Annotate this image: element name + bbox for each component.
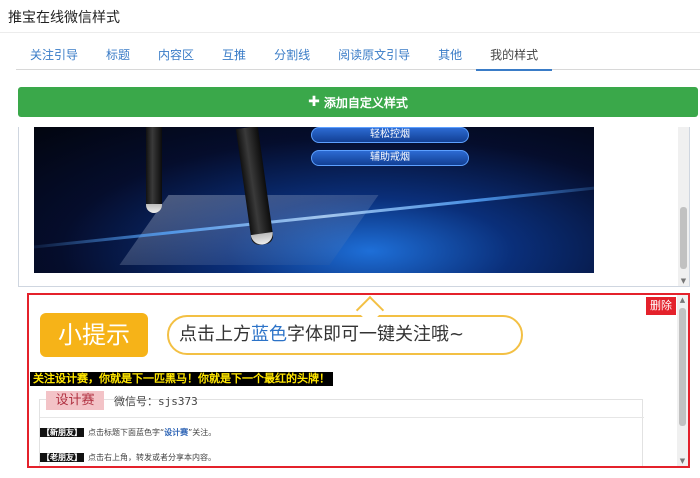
top-pane-scroll-thumb[interactable]: [680, 207, 687, 269]
delete-button[interactable]: 删除: [646, 297, 676, 315]
banner-pill-1: 轻松控烟: [311, 127, 469, 143]
note-new-friends-link[interactable]: 设计赛: [164, 428, 188, 437]
hint-speech-bubble: 点击上方蓝色字体即可一键关注哦~: [167, 295, 523, 355]
plus-icon: ✚: [308, 94, 320, 110]
follow-slogan: 关注设计赛，你就是下一匹黑马！你就是下一个最红的头牌！: [30, 372, 333, 386]
scroll-up-arrow-icon[interactable]: ▲: [677, 295, 688, 305]
tab-follow-guide[interactable]: 关注引导: [16, 38, 92, 70]
header-divider: [0, 32, 700, 33]
wechat-id-value: sjs373: [158, 395, 198, 408]
scroll-down-arrow-icon[interactable]: ▼: [677, 456, 688, 466]
saved-style-item[interactable]: 轻松控烟 辅助戒烟 ▼: [18, 127, 690, 287]
tab-other[interactable]: 其他: [424, 38, 476, 70]
account-name-tag: 设计赛: [46, 391, 104, 410]
app-title: 推宝在线微信样式: [8, 10, 120, 26]
note-new-friends-post: ”关注。: [188, 428, 217, 437]
banner-pen-left: [146, 127, 162, 213]
note-old-friends: 【老朋友】 点击右上角，转发或者分享本内容。: [40, 452, 216, 463]
note-new-friends-pre: 点击标题下面蓝色字“: [88, 428, 165, 437]
app-root: 推宝在线微信样式 关注引导 标题 内容区 互推 分割线 阅读原文引导 其他 我的…: [0, 0, 700, 478]
wechat-id-label: 微信号：: [114, 395, 158, 408]
banner-pill-2: 辅助戒烟: [311, 150, 469, 166]
add-custom-style-label: 添加自定义样式: [323, 95, 408, 110]
note-new-friends-label: 【新朋友】: [40, 428, 84, 437]
bubble-pointer-icon: [355, 295, 385, 325]
tab-cross-promo[interactable]: 互推: [208, 38, 260, 70]
product-banner-image: 轻松控烟 辅助戒烟: [34, 127, 594, 273]
bottom-pane-scroll-thumb[interactable]: [679, 308, 686, 426]
wechat-id: 微信号：sjs373: [114, 393, 198, 409]
scroll-down-arrow-icon[interactable]: ▼: [678, 276, 689, 286]
tab-my-styles[interactable]: 我的样式: [476, 38, 553, 71]
account-card: 设计赛 微信号：sjs373 【新朋友】 点击标题下面蓝色字“设计赛”关注。 【老…: [39, 391, 644, 466]
account-card-header: 设计赛 微信号：sjs373: [40, 391, 644, 418]
tab-content-area[interactable]: 内容区: [144, 38, 208, 70]
tab-divider[interactable]: 分割线: [260, 38, 324, 70]
bubble-text-blue: 蓝色: [251, 324, 287, 345]
tab-read-original[interactable]: 阅读原文引导: [324, 38, 424, 70]
style-tabs: 关注引导 标题 内容区 互推 分割线 阅读原文引导 其他 我的样式: [16, 38, 700, 71]
add-custom-style-button[interactable]: ✚ 添加自定义样式: [18, 87, 698, 117]
bottom-pane-scrollbar[interactable]: ▲ ▼: [677, 295, 688, 466]
bubble-text-post: 字体即可一键关注哦~: [287, 324, 465, 345]
selected-style-item[interactable]: 删除 小提示 点击上方蓝色字体即可一键关注哦~ 关注设计赛，你就是下一匹黑马！你…: [27, 293, 690, 468]
bubble-text-pre: 点击上方: [179, 324, 251, 345]
hint-row: 小提示 点击上方蓝色字体即可一键关注哦~: [40, 295, 560, 357]
note-old-friends-label: 【老朋友】: [40, 453, 84, 462]
note-new-friends: 【新朋友】 点击标题下面蓝色字“设计赛”关注。: [40, 427, 216, 438]
tab-title[interactable]: 标题: [92, 38, 144, 70]
note-old-friends-text: 点击右上角，转发或者分享本内容。: [88, 453, 216, 462]
top-pane-scrollbar[interactable]: ▼: [678, 127, 689, 286]
hint-badge: 小提示: [40, 313, 148, 357]
